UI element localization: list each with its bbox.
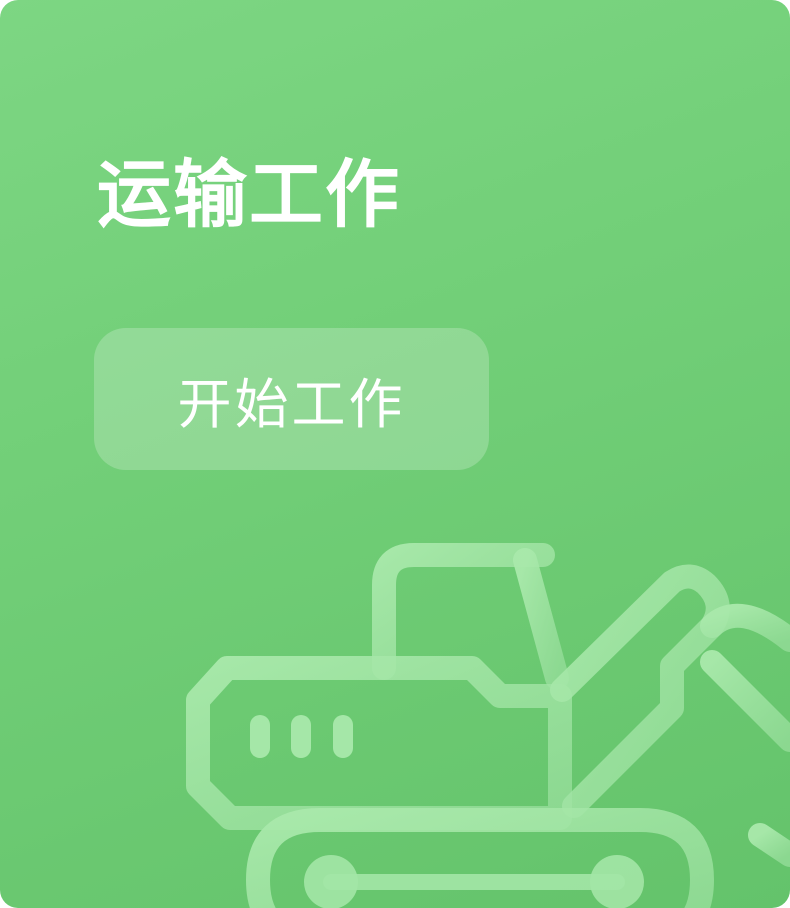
excavator-icon [186, 543, 790, 908]
transport-work-card: 运输工作 开始工作 [0, 0, 790, 908]
